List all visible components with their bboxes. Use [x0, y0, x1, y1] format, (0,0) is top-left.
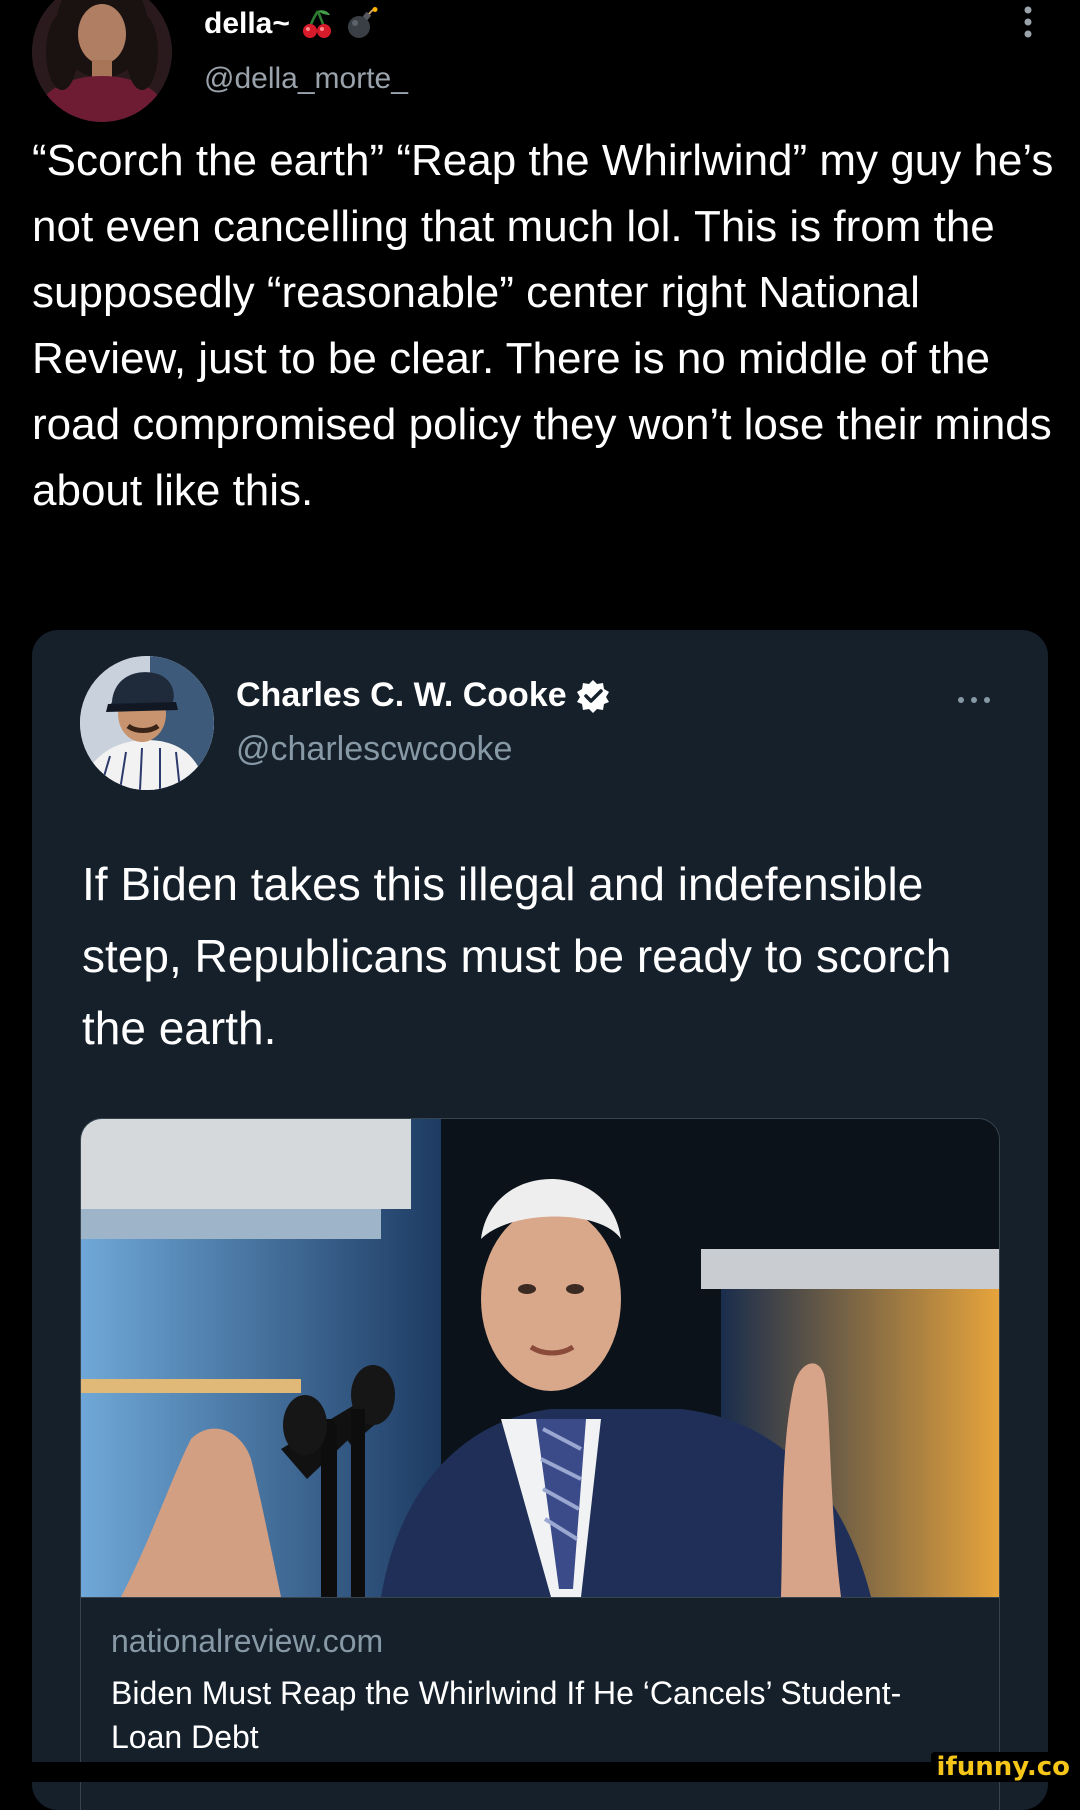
display-name-row: della~: [204, 4, 378, 44]
avatar-photo: [32, 0, 172, 122]
link-card-divider: [81, 1597, 999, 1598]
bomb-icon: [347, 7, 378, 38]
display-name[interactable]: della~: [204, 7, 290, 41]
quoted-avatar-photo: [80, 656, 214, 790]
more-options-icon[interactable]: [1018, 4, 1038, 44]
link-domain[interactable]: nationalreview.com: [111, 1623, 383, 1660]
quoted-tweet[interactable]: Charles C. W. Cooke @charlescwcooke If B…: [32, 630, 1048, 1810]
watermark-logo: ifunny.co: [930, 1752, 1076, 1782]
tweet: della~ @della_morte_ “Scorch the earth” …: [0, 0, 1080, 1810]
link-preview-card[interactable]: nationalreview.com Biden Must Reap the W…: [80, 1118, 1000, 1810]
quoted-user-avatar[interactable]: [80, 656, 214, 790]
verified-badge-icon: [576, 679, 609, 713]
article-photo: [81, 1119, 999, 1597]
user-avatar[interactable]: [32, 0, 172, 122]
watermark-bar: [0, 1762, 1080, 1782]
user-handle[interactable]: @della_morte_: [204, 62, 408, 96]
more-options-horizontal-icon[interactable]: [954, 690, 994, 710]
quoted-tweet-text: If Biden takes this illegal and indefens…: [82, 858, 952, 1054]
link-preview-image[interactable]: [81, 1119, 999, 1597]
quoted-display-name[interactable]: Charles C. W. Cooke: [236, 676, 567, 715]
quoted-name-row: Charles C. W. Cooke: [236, 676, 611, 715]
cherries-icon: [302, 10, 331, 38]
link-title[interactable]: Biden Must Reap the Whirlwind If He ‘Can…: [111, 1671, 971, 1759]
tweet-text: “Scorch the earth” “Reap the Whirlwind” …: [32, 136, 1054, 515]
quoted-user-handle[interactable]: @charlescwcooke: [236, 730, 512, 769]
